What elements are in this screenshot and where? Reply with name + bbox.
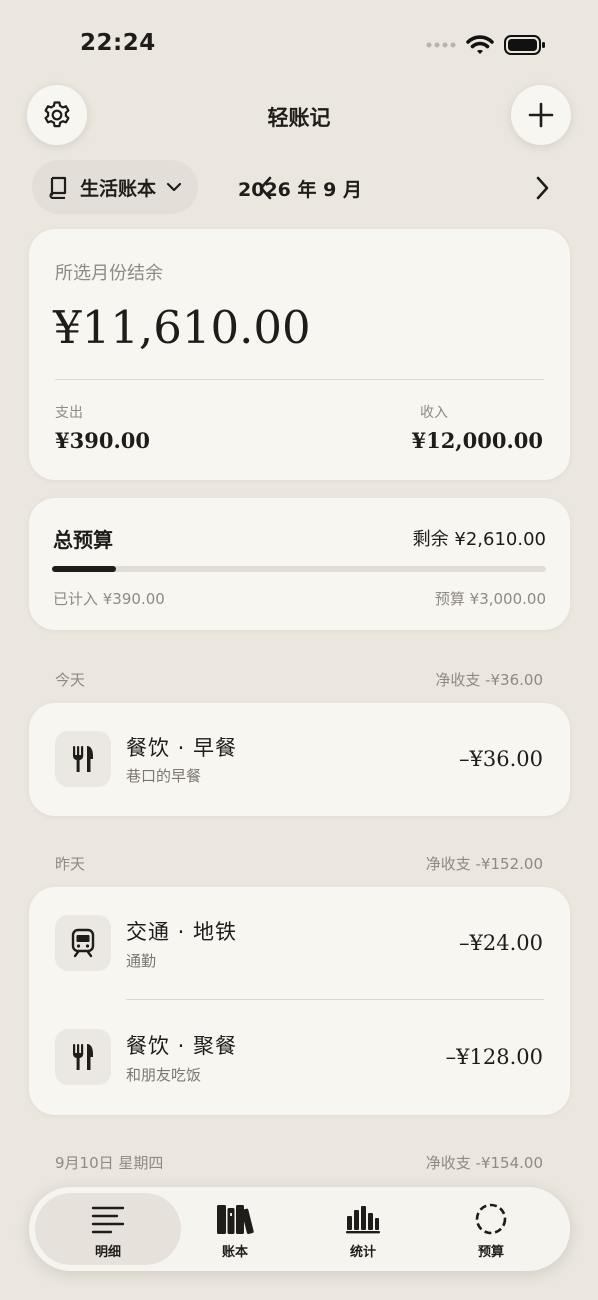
transaction-row[interactable]: 交通 · 地铁 通勤 –¥24.00 [29,887,570,1000]
train-icon [71,928,95,958]
transaction-amount: –¥24.00 [459,931,543,955]
tab-budget[interactable]: 预算 [427,1187,555,1271]
tab-label: 账本 [221,1245,248,1260]
transaction-title: 餐饮 · 早餐 [126,736,238,760]
transaction-note: 巷口的早餐 [126,767,202,785]
section-header-sep-10: 9月10日 星期四 净收支 -¥154.00 [55,1152,543,1173]
tab-label: 统计 [349,1245,376,1260]
section-date: 9月10日 星期四 [55,1154,164,1172]
section-date: 今天 [55,671,86,689]
fork-knife-icon [72,1044,93,1070]
list-icon [91,1206,125,1234]
balance-amount: ¥11,610.00 [53,301,311,354]
plus-icon [528,102,554,128]
budget-progress-fill [52,566,117,572]
status-icons [426,34,546,56]
month-label: 2026 年 9 月 [238,179,362,201]
transaction-title: 交通 · 地铁 [126,920,238,944]
status-bar: 22:24 [0,0,598,86]
fork-knife-icon [72,746,93,772]
transaction-amount: –¥128.00 [445,1045,543,1069]
expense-label: 支出 [55,405,83,421]
budget-title: 总预算 [53,528,113,552]
status-time: 22:24 [80,30,156,56]
transaction-row[interactable]: 餐饮 · 早餐 巷口的早餐 –¥36.00 [29,703,570,816]
income-label: 收入 [420,405,448,421]
section-net: 净收支 -¥152.00 [425,855,543,873]
transaction-row[interactable]: 餐饮 · 聚餐 和朋友吃饭 –¥128.00 [29,1001,570,1115]
income-amount: ¥12,000.00 [411,428,543,453]
balance-card: 所选月份结余 ¥11,610.00 支出 ¥390.00 收入 ¥12,000.… [29,229,570,480]
section-header-today: 今天 净收支 -¥36.00 [55,669,543,690]
budget-total: 预算 ¥3,000.00 [434,590,546,608]
wifi-icon [466,35,494,54]
books-icon [217,1205,254,1235]
budget-progress-bar [52,566,546,572]
chevron-down-icon [166,182,182,192]
transaction-title: 餐饮 · 聚餐 [126,1034,238,1058]
tab-label: 预算 [477,1245,504,1260]
row-divider [126,999,544,1000]
add-button[interactable] [511,85,571,145]
cellular-icon [426,42,456,48]
budget-card[interactable]: 总预算 剩余 ¥2,610.00 已计入 ¥390.00 预算 ¥3,000.0… [29,498,570,630]
budget-spent: 已计入 ¥390.00 [53,590,165,608]
section-net: 净收支 -¥36.00 [435,671,543,689]
expense-amount: ¥390.00 [55,428,150,453]
transaction-group-today: 餐饮 · 早餐 巷口的早餐 –¥36.00 [29,703,570,816]
bar-chart-icon [346,1206,380,1234]
transaction-amount: –¥36.00 [459,747,543,771]
transaction-note: 通勤 [126,952,157,970]
app-title: 轻账记 [267,106,331,130]
tab-details[interactable]: 明细 [44,1187,172,1271]
divider [55,379,544,380]
balance-label: 所选月份结余 [55,263,163,284]
category-icon-box [55,1029,111,1085]
tab-label: 明细 [94,1245,121,1260]
category-icon-box [55,731,111,787]
dashed-circle-icon [475,1203,507,1235]
book-icon [49,176,67,199]
tab-stats[interactable]: 统计 [299,1187,427,1271]
budget-remaining: 剩余 ¥2,610.00 [412,529,546,550]
battery-icon [504,35,545,55]
transaction-group-yesterday: 交通 · 地铁 通勤 –¥24.00 餐饮 · 聚餐 和朋友吃饭 –¥128.0… [29,887,570,1115]
section-net: 净收支 -¥154.00 [425,1154,543,1172]
tab-bar: 明细 账本 统计 预算 [29,1187,570,1271]
section-date: 昨天 [55,855,86,873]
book-name: 生活账本 [80,177,157,200]
tab-books[interactable]: 账本 [171,1187,299,1271]
book-switcher[interactable]: 生活账本 [32,160,198,214]
section-header-yesterday: 昨天 净收支 -¥152.00 [55,853,543,874]
category-icon-box [55,915,111,971]
transaction-note: 和朋友吃饭 [126,1066,202,1084]
next-month-button[interactable] [533,170,551,206]
